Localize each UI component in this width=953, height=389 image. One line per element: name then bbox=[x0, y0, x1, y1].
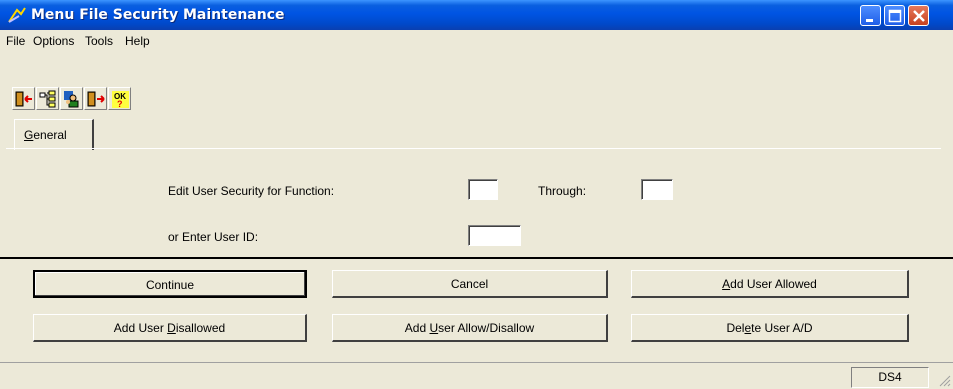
ok-help-icon: OK ? bbox=[112, 91, 129, 109]
toolbar-door-button[interactable] bbox=[84, 87, 107, 110]
through-label: Through: bbox=[538, 184, 587, 198]
user-group-icon bbox=[64, 91, 79, 108]
window-title: Menu File Security Maintenance bbox=[31, 7, 285, 23]
menu-file[interactable]: File bbox=[6, 34, 25, 48]
svg-text:?: ? bbox=[117, 99, 123, 109]
continue-label: Continue bbox=[145, 278, 195, 292]
door-icon bbox=[87, 91, 105, 107]
maximize-button[interactable] bbox=[884, 5, 905, 26]
minimize-button[interactable] bbox=[860, 5, 881, 26]
function-input[interactable] bbox=[468, 179, 498, 200]
menu-bar: File Options Tools Help bbox=[0, 30, 953, 50]
through-input[interactable] bbox=[641, 179, 673, 200]
minimize-icon bbox=[866, 19, 873, 22]
menu-tools[interactable]: Tools bbox=[85, 34, 113, 48]
maximize-icon bbox=[888, 9, 902, 23]
function-label: Edit User Security for Function: bbox=[168, 184, 335, 198]
add-user-allowed-label: Add User Allowed bbox=[722, 277, 817, 291]
app-icon bbox=[8, 7, 26, 23]
tree-icon bbox=[39, 90, 56, 108]
section-divider bbox=[0, 257, 953, 259]
add-user-disallowed-button[interactable]: Add User Disallowed bbox=[33, 314, 307, 342]
add-user-allow-disallow-label: Add User Allow/Disallow bbox=[404, 321, 535, 335]
exit-icon bbox=[15, 91, 32, 107]
cancel-label: Cancel bbox=[450, 277, 489, 291]
delete-user-ad-button[interactable]: Delete User A/D bbox=[631, 314, 909, 342]
close-icon bbox=[913, 10, 925, 22]
delete-user-ad-label: Delete User A/D bbox=[726, 321, 813, 335]
toolbar-ok-button[interactable]: OK ? bbox=[108, 87, 131, 110]
add-user-allowed-button[interactable]: Add User Allowed bbox=[631, 270, 909, 298]
continue-button[interactable]: Continue bbox=[33, 270, 307, 298]
toolbar-users-button[interactable] bbox=[60, 87, 83, 110]
tab-general-label: General bbox=[24, 128, 67, 142]
add-user-allow-disallow-button[interactable]: Add User Allow/Disallow bbox=[332, 314, 608, 342]
toolbar-tree-button[interactable] bbox=[36, 87, 59, 110]
title-bar[interactable]: Menu File Security Maintenance bbox=[0, 0, 953, 30]
toolbar-exit-button[interactable] bbox=[12, 87, 35, 110]
menu-options[interactable]: Options bbox=[33, 34, 74, 48]
userid-input[interactable] bbox=[468, 225, 521, 246]
tab-general[interactable]: General bbox=[14, 119, 94, 150]
menu-help[interactable]: Help bbox=[125, 34, 150, 48]
add-user-disallowed-label: Add User Disallowed bbox=[113, 321, 226, 335]
status-panel: DS4 bbox=[851, 367, 929, 388]
resize-grip-icon[interactable] bbox=[937, 373, 951, 387]
userid-label: or Enter User ID: bbox=[168, 230, 259, 244]
cancel-button[interactable]: Cancel bbox=[332, 270, 608, 298]
close-button[interactable] bbox=[908, 5, 929, 26]
status-bar: DS4 bbox=[0, 362, 953, 389]
